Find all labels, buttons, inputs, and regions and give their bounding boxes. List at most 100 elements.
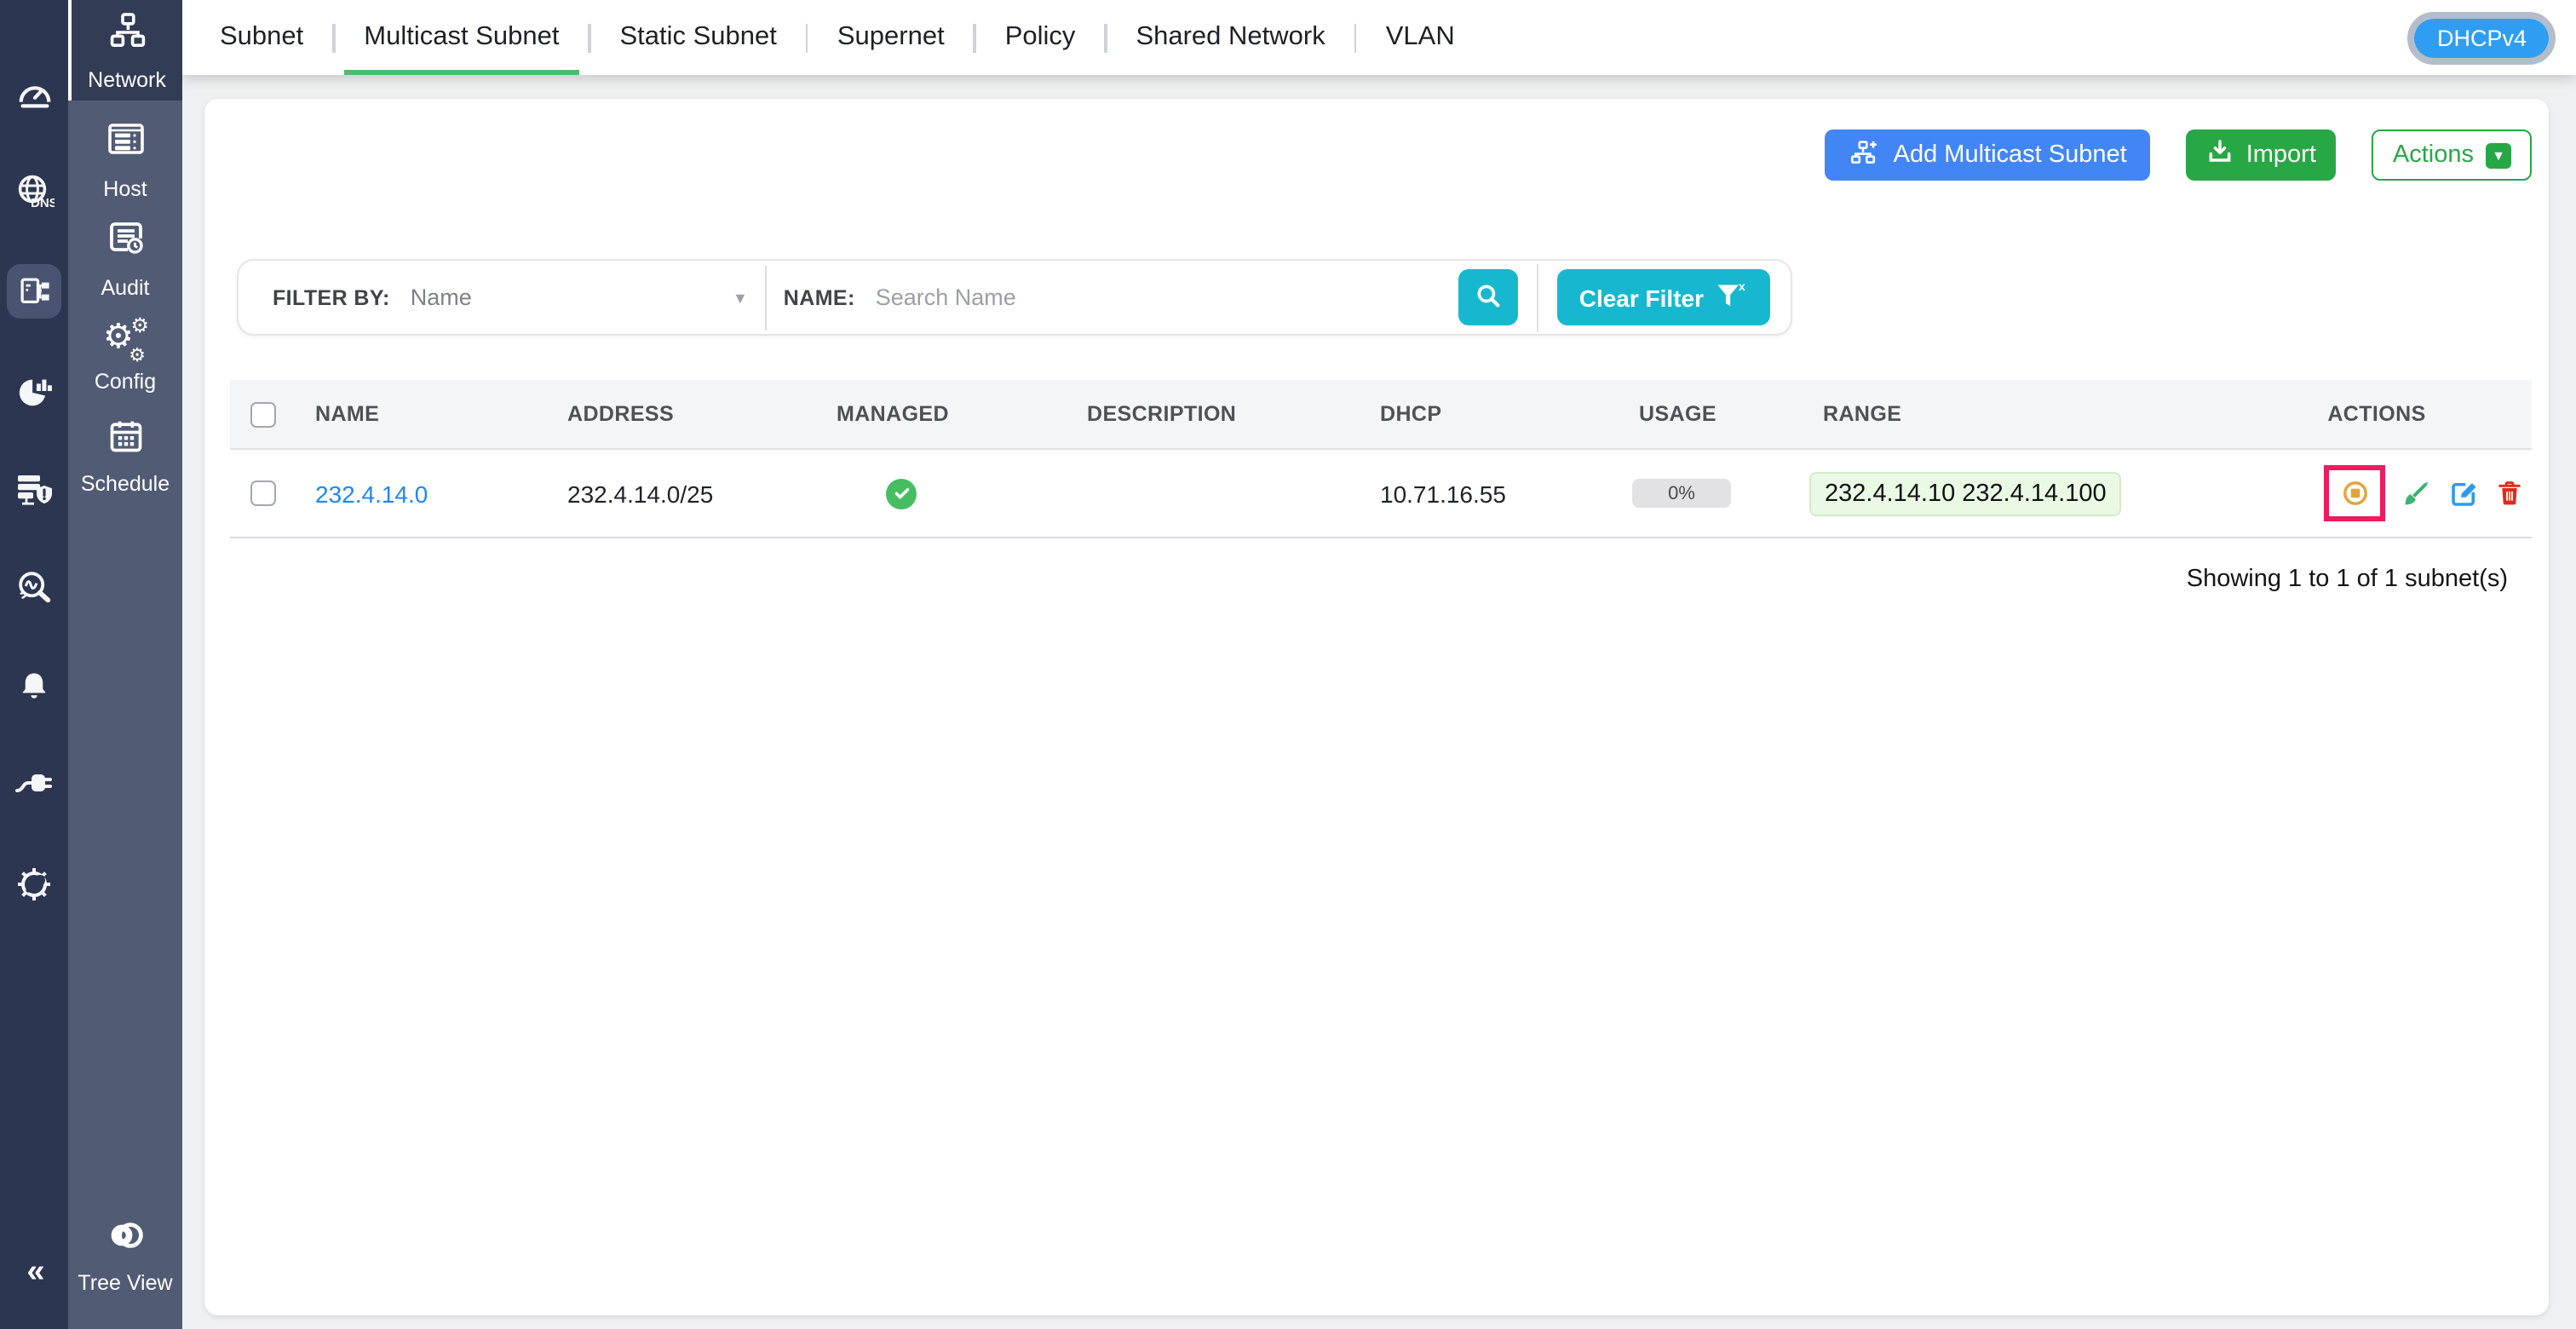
tab-separator bbox=[332, 23, 335, 52]
managed-check-icon bbox=[886, 478, 917, 509]
dhcp-version-badge[interactable]: DHCPv4 bbox=[2408, 11, 2556, 64]
multicast-subnet-table: NAME ADDRESS MANAGED DESCRIPTION DHCP US… bbox=[230, 380, 2532, 538]
record-target-icon[interactable] bbox=[2340, 479, 2369, 508]
column-header-range: RANGE bbox=[1809, 402, 2222, 426]
sidebar-item-audit[interactable]: Audit bbox=[68, 210, 182, 308]
toolbar: Add Multicast Subnet Import Actions ▼ bbox=[230, 129, 2532, 181]
icon-rail: DNS « bbox=[0, 0, 68, 1329]
dashboard-icon[interactable] bbox=[0, 44, 68, 143]
tab-bar: Subnet Multicast Subnet Static Subnet Su… bbox=[182, 0, 2576, 75]
column-header-description: DESCRIPTION bbox=[1073, 402, 1366, 426]
actions-label: Actions bbox=[2393, 141, 2474, 169]
notifications-bell-icon[interactable] bbox=[0, 637, 68, 736]
sidebar-item-label: Config bbox=[95, 369, 156, 393]
sidebar-item-tree-view[interactable]: Tree View bbox=[68, 1206, 182, 1305]
tab-supernet[interactable]: Supernet bbox=[834, 0, 948, 75]
sidebar-item-label: Tree View bbox=[78, 1271, 172, 1295]
tab-separator bbox=[806, 23, 808, 52]
subnet-name-link[interactable]: 232.4.14.0 bbox=[315, 480, 428, 507]
tab-separator bbox=[974, 23, 976, 52]
host-servers-icon bbox=[105, 119, 146, 169]
column-header-name: NAME bbox=[302, 402, 554, 426]
add-multicast-subnet-label: Add Multicast Subnet bbox=[1894, 141, 2127, 169]
secondary-sidebar: Network Host Audit ⚙⚙⚙ Config Schedule bbox=[68, 0, 182, 1329]
filter-divider bbox=[765, 265, 767, 330]
tab-multicast-subnet[interactable]: Multicast Subnet bbox=[360, 0, 562, 75]
subnet-dhcp-server: 10.71.16.55 bbox=[1366, 480, 1625, 507]
audit-log-icon bbox=[105, 218, 146, 268]
dhcp-version-badge-label: DHCPv4 bbox=[2415, 18, 2549, 57]
clear-filter-button[interactable]: Clear Filter x bbox=[1557, 269, 1770, 325]
sidebar-item-host[interactable]: Host bbox=[68, 111, 182, 210]
tab-separator bbox=[1104, 23, 1107, 52]
discovery-icon[interactable] bbox=[0, 538, 68, 637]
add-multicast-subnet-button[interactable]: Add Multicast Subnet bbox=[1826, 129, 2151, 181]
column-header-address: ADDRESS bbox=[554, 402, 823, 426]
row-checkbox[interactable] bbox=[250, 480, 276, 506]
edit-icon[interactable] bbox=[2448, 478, 2479, 509]
add-subnet-icon bbox=[1849, 137, 1882, 173]
sidebar-item-label: Network bbox=[88, 67, 166, 91]
select-caret-icon: ▼ bbox=[733, 289, 748, 306]
tab-policy[interactable]: Policy bbox=[1002, 0, 1079, 75]
reports-icon[interactable] bbox=[0, 341, 68, 440]
actions-dropdown-button[interactable]: Actions ▼ bbox=[2372, 129, 2532, 181]
administration-gear-wrench-icon[interactable] bbox=[0, 835, 68, 934]
table-row: 232.4.14.0 232.4.14.0/25 10.71.16.55 0% … bbox=[230, 450, 2532, 538]
import-button[interactable]: Import bbox=[2187, 129, 2337, 181]
row-actions bbox=[2222, 465, 2532, 521]
dns-icon[interactable]: DNS bbox=[0, 143, 68, 242]
sidebar-item-network[interactable]: Network bbox=[68, 0, 182, 101]
tab-static-subnet[interactable]: Static Subnet bbox=[616, 0, 779, 75]
active-rail-highlight bbox=[7, 264, 61, 319]
svg-text:x: x bbox=[1739, 279, 1745, 293]
config-gears-icon: ⚙⚙⚙ bbox=[105, 323, 146, 360]
range-chip: 232.4.14.10 232.4.14.100 bbox=[1809, 471, 2122, 515]
column-header-managed: MANAGED bbox=[823, 402, 1073, 426]
chevron-down-icon: ▼ bbox=[2486, 142, 2511, 168]
main-area: Subnet Multicast Subnet Static Subnet Su… bbox=[182, 0, 2576, 1329]
sidebar-item-label: Audit bbox=[101, 276, 150, 300]
search-name-input[interactable] bbox=[876, 285, 1458, 310]
table-header-row: NAME ADDRESS MANAGED DESCRIPTION DHCP US… bbox=[230, 380, 2532, 450]
import-download-icon bbox=[2207, 138, 2234, 172]
column-header-dhcp: DHCP bbox=[1366, 402, 1625, 426]
integrations-plug-icon[interactable] bbox=[0, 736, 68, 835]
svg-text:DNS: DNS bbox=[31, 196, 55, 210]
filter-by-label: FILTER BY: bbox=[273, 285, 390, 309]
filter-by-select[interactable]: Name ▼ bbox=[411, 285, 748, 310]
subnet-address: 232.4.14.0/25 bbox=[554, 480, 823, 507]
content-area: Add Multicast Subnet Import Actions ▼ bbox=[182, 75, 2576, 1329]
security-monitoring-icon[interactable] bbox=[0, 440, 68, 538]
import-label: Import bbox=[2246, 141, 2316, 169]
sidebar-item-label: Schedule bbox=[81, 472, 170, 496]
pagination-summary: Showing 1 to 1 of 1 subnet(s) bbox=[230, 566, 2532, 593]
usage-progress-pill: 0% bbox=[1632, 479, 1731, 508]
tab-separator bbox=[1354, 23, 1357, 52]
clear-filter-label: Clear Filter bbox=[1579, 284, 1704, 311]
sidebar-item-config[interactable]: ⚙⚙⚙ Config bbox=[68, 308, 182, 407]
select-all-checkbox[interactable] bbox=[250, 401, 276, 427]
tree-view-icon bbox=[103, 1217, 147, 1263]
column-header-usage: USAGE bbox=[1625, 402, 1809, 426]
sidebar-item-schedule[interactable]: Schedule bbox=[68, 407, 182, 506]
collapse-sidebar-chevrons[interactable]: « bbox=[26, 1254, 41, 1292]
network-sitemap-icon bbox=[106, 9, 147, 59]
schedule-calendar-icon bbox=[106, 417, 144, 463]
name-label: NAME: bbox=[784, 285, 855, 309]
delete-trash-icon[interactable] bbox=[2496, 479, 2523, 508]
tab-vlan[interactable]: VLAN bbox=[1383, 0, 1458, 75]
tab-separator bbox=[588, 23, 590, 52]
tab-subnet[interactable]: Subnet bbox=[216, 0, 307, 75]
multicast-subnet-card: Add Multicast Subnet Import Actions ▼ bbox=[204, 99, 2549, 1315]
filter-by-selected-value: Name bbox=[411, 285, 733, 310]
filter-bar: FILTER BY: Name ▼ NAME: C bbox=[237, 259, 1792, 336]
sidebar-item-label: Host bbox=[103, 177, 147, 201]
search-button[interactable] bbox=[1458, 269, 1518, 325]
tab-shared-network[interactable]: Shared Network bbox=[1132, 0, 1328, 75]
ipam-icon-active[interactable] bbox=[0, 242, 68, 341]
search-clear-divider bbox=[1537, 263, 1538, 331]
app-window: DNS « Networ bbox=[0, 0, 2576, 1329]
sweep-broom-icon[interactable] bbox=[2402, 479, 2431, 508]
search-icon bbox=[1474, 280, 1503, 314]
